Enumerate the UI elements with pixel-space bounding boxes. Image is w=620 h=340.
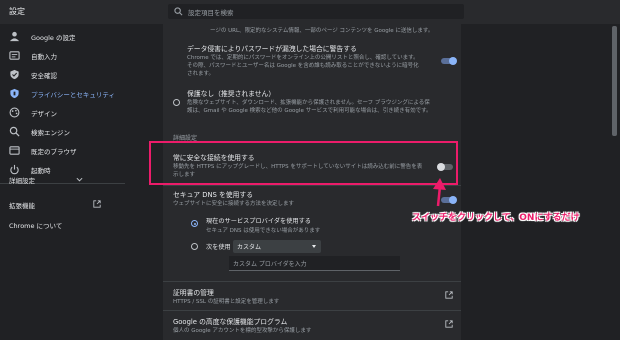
dns-title: セキュア DNS を使用する [173, 191, 253, 199]
sidebar-item-label: プライバシーとセキュリティ [31, 91, 115, 99]
shield-check-icon [10, 69, 19, 80]
dns-desc: ウェブサイトに安全に接続する方法を決定します [173, 201, 295, 207]
sidebar-about[interactable]: Chrome について [9, 220, 62, 230]
dns-custom-radio[interactable] [191, 243, 198, 250]
sidebar-item-label: Google の設定 [31, 34, 76, 42]
chevron-down-icon [76, 177, 83, 182]
dns-current-provider-radio[interactable] [191, 220, 198, 227]
toggle-knob [449, 196, 457, 204]
dropdown-arrow-icon [312, 245, 316, 248]
select-value: カスタム [237, 244, 262, 251]
open-in-new-icon[interactable] [445, 291, 453, 299]
dns-toggle[interactable] [439, 196, 457, 204]
search-icon [9, 126, 20, 137]
sidebar: Google の設定 自動入力 安全確認 プライバシーとセキュリティ デザイン … [0, 24, 125, 340]
advanced-protection-desc: 個人の Google アカウントを標的型攻撃から保護します [173, 328, 312, 334]
sidebar-item-safety-check[interactable]: 安全確認 [0, 65, 125, 84]
breach-desc: Chrome では、定期的にパスワードをオンライン上の公開リストと照合し、確認し… [187, 55, 419, 61]
no-protection-desc: 危険なウェブサイト、ダウンロード、拡張機能から保護されません。セーフ ブラウジン… [187, 100, 430, 106]
shield-icon [10, 88, 19, 99]
sidebar-item-privacy[interactable]: プライバシーとセキュリティ [0, 84, 125, 103]
sidebar-item-label: 検索エンジン [31, 129, 70, 137]
custom-provider-input[interactable]: カスタム プロバイダを入力 [229, 256, 400, 271]
search-placeholder: 設定項目を検索 [188, 9, 234, 17]
open-in-new-icon [93, 200, 101, 208]
person-icon [9, 31, 20, 42]
dns-current-provider-desc: セキュア DNS は使用できない場合があります [206, 228, 321, 234]
top-bar: 設定 設定項目を検索 [0, 0, 620, 24]
no-protection-title: 保護なし（推奨されません） [187, 90, 276, 98]
breach-toggle[interactable] [439, 57, 457, 65]
dns-provider-select[interactable]: カスタム [233, 240, 321, 253]
breach-title: データ侵害によりパスワードが漏洩した場合に警告する [187, 45, 357, 53]
breach-desc: されます。 [187, 71, 214, 77]
search-box[interactable]: 設定項目を検索 [168, 4, 464, 19]
divider [163, 185, 461, 186]
sidebar-item-google[interactable]: Google の設定 [0, 27, 125, 46]
sidebar-item-label: 自動入力 [31, 53, 57, 61]
no-protection-desc: 護は、Gmail や Google 検索など他の Google サービスで利用可… [187, 108, 432, 114]
sidebar-item-label: 安全確認 [31, 72, 57, 80]
no-protection-radio[interactable] [173, 99, 180, 106]
annotation-highlight-box [149, 141, 458, 185]
sidebar-advanced[interactable]: 詳細設定 [9, 175, 35, 185]
browser-icon [9, 146, 20, 155]
top-partial-text: ージの URL、限定的なシステム情報、一部のページ コンテンツを Google … [210, 28, 434, 34]
sidebar-item-label: 既定のブラウザ [31, 148, 77, 156]
autofill-icon [9, 51, 20, 60]
custom-provider-placeholder: カスタム プロバイダを入力 [233, 261, 307, 268]
sidebar-item-appearance[interactable]: デザイン [0, 103, 125, 122]
sidebar-item-default-browser[interactable]: 既定のブラウザ [0, 141, 125, 160]
sidebar-item-label: デザイン [31, 110, 57, 118]
toggle-knob [449, 57, 457, 65]
open-in-new-icon[interactable] [445, 320, 453, 328]
palette-icon [9, 107, 20, 118]
breach-desc: その際、パスワードとユーザー名は Google を含め誰も読み取ることができない… [187, 63, 419, 69]
dns-custom-label: 次を使用 [206, 244, 231, 251]
sidebar-item-autofill[interactable]: 自動入力 [0, 46, 125, 65]
dns-current-provider-title: 現在のサービスプロバイダを使用する [206, 218, 311, 225]
scrollbar[interactable] [609, 24, 620, 340]
scrollbar-thumb[interactable] [612, 26, 617, 136]
search-icon [174, 7, 183, 16]
sidebar-extensions[interactable]: 拡張機能 [9, 200, 35, 210]
power-icon [10, 164, 19, 175]
cert-title[interactable]: 証明書の管理 [173, 287, 214, 297]
divider [163, 310, 461, 311]
annotation-callout: スイッチをクリックして、ONにするだけ [412, 213, 580, 223]
app-title: 設定 [9, 7, 25, 16]
divider [163, 281, 461, 282]
sidebar-item-label: 起動時 [31, 167, 51, 175]
sidebar-item-search-engine[interactable]: 検索エンジン [0, 122, 125, 141]
advanced-protection-title[interactable]: Google の高度な保護機能プログラム [173, 316, 287, 326]
cert-desc: HTTPS / SSL の証明書と設定を管理します [173, 299, 280, 305]
